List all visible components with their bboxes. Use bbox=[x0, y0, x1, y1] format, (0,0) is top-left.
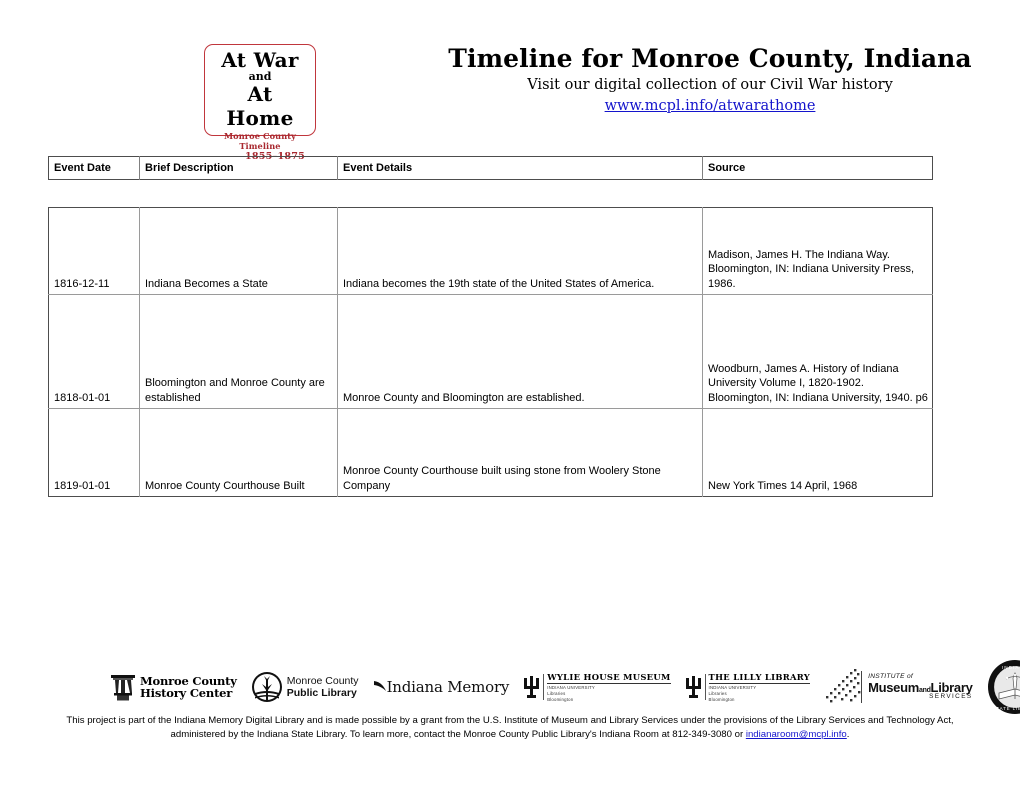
timeline-table-header: Event Date Brief Description Event Detai… bbox=[48, 156, 933, 180]
state-seal-icon: INDIANA STATE LIBRARY bbox=[987, 660, 1020, 714]
logo-text-sub-3: Bloomington bbox=[708, 697, 735, 703]
cell-event-date: 1816-12-11 bbox=[48, 207, 140, 295]
logo-subtitle: Monroe County Timeline bbox=[223, 131, 297, 151]
logo-indiana-memory: Indiana Memory bbox=[373, 678, 510, 696]
timeline-table-header-wrapper: Event Date Brief Description Event Detai… bbox=[48, 156, 933, 180]
divider bbox=[704, 674, 706, 700]
logo-conjunction: and bbox=[248, 70, 272, 83]
logo-text-main: THE LILLY LIBRARY bbox=[708, 671, 811, 684]
tree-circle-icon bbox=[251, 672, 282, 702]
logo-text-sub-1: INDIANA UNIVERSITY bbox=[708, 684, 757, 690]
logo-indiana-state-library: INDIANA STATE LIBRARY bbox=[987, 659, 1020, 715]
cell-brief-description: Bloomington and Monroe County are establ… bbox=[139, 294, 338, 409]
logo-text-sub-2: Libraries bbox=[708, 690, 727, 696]
column-header-brief-description: Brief Description bbox=[139, 156, 338, 180]
indiana-university-trident-icon bbox=[524, 676, 540, 698]
column-header-event-date: Event Date bbox=[48, 156, 140, 180]
divider bbox=[543, 674, 545, 700]
logo-wylie-house-museum: WYLIE HOUSE MUSEUM INDIANA UNIVERSITY Li… bbox=[523, 671, 671, 703]
logo-text-sub-3: Bloomington bbox=[547, 697, 574, 703]
cell-source: Woodburn, James A. History of Indiana Un… bbox=[702, 294, 933, 409]
table-row[interactable]: 1816-12-11 Indiana Becomes a State India… bbox=[48, 207, 933, 295]
column-header-source: Source bbox=[702, 156, 933, 180]
logo-text-line-2: MuseumandLibrary bbox=[868, 679, 973, 695]
page-title: Timeline for Monroe County, Indiana bbox=[448, 44, 972, 73]
logo-monroe-county-history-center: Monroe County History Center bbox=[110, 672, 237, 702]
cell-event-date: 1819-01-01 bbox=[48, 408, 140, 497]
cell-event-date: 1818-01-01 bbox=[48, 294, 140, 409]
at-war-at-home-logo: At War and At Home Monroe County Timelin… bbox=[204, 44, 316, 162]
greek-column-icon bbox=[111, 675, 135, 701]
indiana-university-trident-icon bbox=[685, 676, 701, 698]
logo-text-line-2: Public Library bbox=[286, 687, 357, 699]
logo-text-sub-1: INDIANA UNIVERSITY bbox=[547, 684, 595, 690]
table-row[interactable]: 1819-01-01 Monroe County Courthouse Buil… bbox=[48, 408, 933, 497]
cell-brief-description: Indiana Becomes a State bbox=[139, 207, 338, 295]
logo-text-main: WYLIE HOUSE MUSEUM bbox=[547, 671, 671, 684]
logo-monroe-county-public-library: Monroe County Public Library bbox=[251, 671, 359, 703]
imls-starburst-icon bbox=[826, 669, 863, 703]
cell-brief-description: Monroe County Courthouse Built bbox=[139, 408, 338, 497]
seal-top-text: INDIANA bbox=[1001, 665, 1020, 670]
column-header-event-details: Event Details bbox=[337, 156, 703, 180]
seal-bottom-text: STATE LIBRARY bbox=[992, 706, 1020, 711]
logo-the-lilly-library: THE LILLY LIBRARY INDIANA UNIVERSITY Lib… bbox=[685, 672, 811, 702]
footer-disclaimer: This project is part of the Indiana Memo… bbox=[50, 714, 970, 742]
logo-text-line-1: Monroe County bbox=[286, 675, 359, 687]
table-row[interactable]: 1818-01-01 Bloomington and Monroe County… bbox=[48, 294, 933, 409]
timeline-table-body-wrapper: 1816-12-11 Indiana Becomes a State India… bbox=[48, 207, 933, 497]
cell-event-details: Monroe County Courthouse built using sto… bbox=[337, 408, 703, 497]
table-header-row: Event Date Brief Description Event Detai… bbox=[48, 156, 933, 180]
cell-source: Madison, James H. The Indiana Way. Bloom… bbox=[702, 207, 933, 295]
logo-institute-of-museum-and-library-services: INSTITUTE of MuseumandLibrary SERVICES bbox=[824, 667, 973, 707]
cell-event-details: Indiana becomes the 19th state of the Un… bbox=[337, 207, 703, 295]
page-subtitle: Visit our digital collection of our Civi… bbox=[527, 77, 893, 93]
logo-line-1: At War bbox=[221, 48, 299, 72]
indiana-room-email-link[interactable]: indianaroom@mcpl.info bbox=[746, 729, 847, 740]
logo-text-line-1: Indiana Memory bbox=[386, 678, 510, 696]
logo-line-2: At Home bbox=[226, 82, 294, 130]
collection-link[interactable]: www.mcpl.info/atwarathome bbox=[605, 97, 816, 116]
timeline-table: 1816-12-11 Indiana Becomes a State India… bbox=[48, 207, 933, 497]
cell-source: New York Times 14 April, 1968 bbox=[702, 408, 933, 497]
page-header: At War and At Home Monroe County Timelin… bbox=[0, 0, 1020, 162]
title-block: Timeline for Monroe County, Indiana Visi… bbox=[400, 44, 1020, 116]
logo-text-line-2: History Center bbox=[140, 686, 233, 700]
cell-event-details: Monroe County and Bloomington are establ… bbox=[337, 294, 703, 409]
logo-text-sub-2: Libraries bbox=[547, 690, 566, 696]
footer-text-part-2: . bbox=[846, 729, 850, 740]
sponsor-logo-strip: Monroe County History Center Monroe Coun… bbox=[110, 658, 1020, 716]
